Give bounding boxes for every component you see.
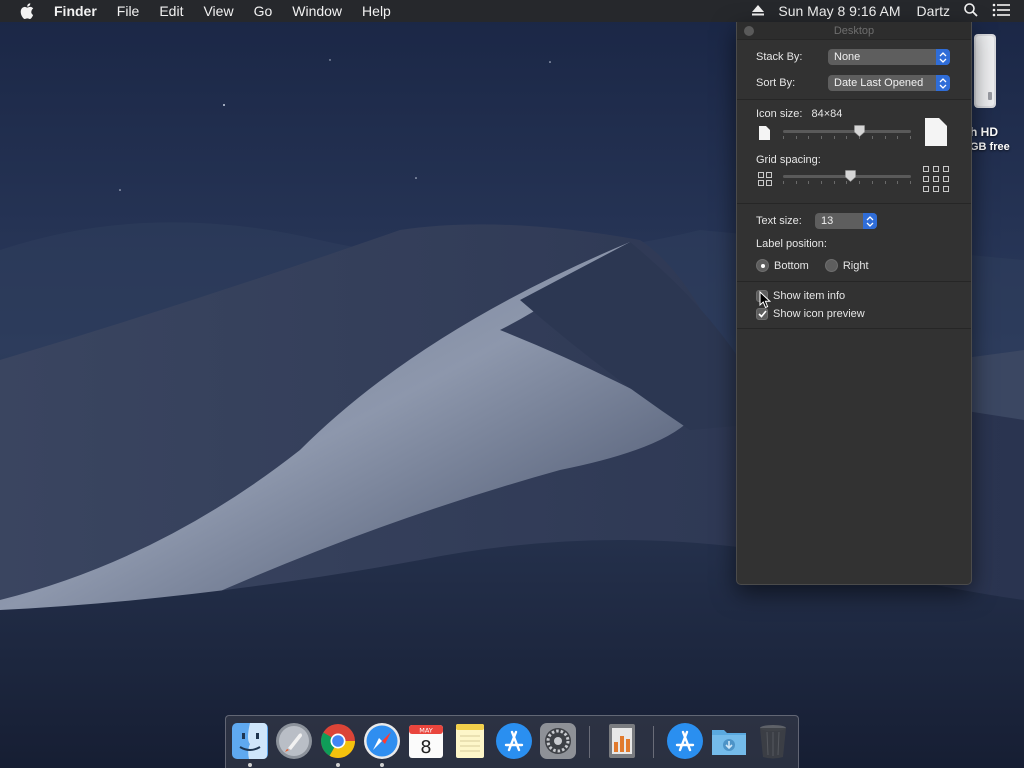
safari-running-indicator (380, 763, 384, 767)
calendar-month: MAY (419, 727, 433, 735)
tight-grid-icon (758, 172, 772, 186)
apple-icon[interactable] (18, 2, 36, 20)
menu-go[interactable]: Go (254, 3, 273, 19)
menu-bar-extras: Sun May 8 9:16 AM Dartz (752, 0, 1024, 22)
panel-title: Desktop (833, 25, 875, 37)
separator (737, 328, 971, 329)
show-icon-preview-checkbox[interactable] (756, 308, 768, 320)
show-icon-preview-label[interactable]: Show icon preview (773, 308, 865, 320)
separator (737, 203, 971, 204)
icon-size-slider-knob[interactable] (854, 125, 866, 137)
eject-icon[interactable] (752, 3, 765, 19)
panel-titlebar[interactable]: Desktop (737, 22, 971, 40)
popup-chevrons-icon (863, 213, 877, 229)
icon-size-label: Icon size: (756, 108, 803, 120)
safari-icon[interactable] (363, 722, 401, 760)
label-position-label: Label position: (756, 238, 827, 250)
icon-size-slider-ticks (783, 136, 911, 139)
notes-icon[interactable] (451, 722, 489, 760)
text-size-value: 13 (821, 215, 834, 227)
grid-spacing-row: Grid spacing: (756, 154, 821, 166)
hard-disk-free-space: GB free (970, 141, 1010, 153)
hard-disk-label[interactable]: h HD (970, 125, 998, 140)
icon-size-slider-track[interactable] (783, 130, 911, 133)
label-position-right-radio[interactable] (824, 259, 838, 272)
popup-chevrons-icon (936, 75, 950, 91)
small-document-icon (759, 126, 770, 140)
downloads-folder-icon[interactable] (710, 722, 748, 760)
sort-by-label: Sort By: (756, 77, 796, 89)
mouse-pointer-icon (759, 291, 771, 309)
spreadsheet-icon[interactable] (603, 722, 641, 760)
checkmark-icon (757, 310, 767, 318)
stack-by-row: Stack By: None (756, 49, 950, 65)
chrome-running-indicator (336, 763, 340, 767)
large-document-icon (925, 118, 947, 146)
label-position-bottom-label[interactable]: Bottom (774, 260, 809, 272)
sort-by-row: Sort By: Date Last Opened (756, 75, 950, 91)
spotlight-search-icon[interactable] (964, 2, 978, 20)
separator (737, 99, 971, 100)
menu-app-finder[interactable]: Finder (54, 3, 97, 19)
system-preferences-icon[interactable] (539, 722, 577, 760)
icon-size-row: Icon size: 84×84 (756, 108, 842, 120)
applications-folder-icon[interactable] (666, 722, 704, 760)
grid-spacing-label: Grid spacing: (756, 154, 821, 166)
menu-bar: Finder File Edit View Go Window Help Sun… (0, 0, 1024, 22)
menu-window[interactable]: Window (292, 3, 342, 19)
sort-by-value: Date Last Opened (834, 77, 924, 89)
view-options-panel: Desktop Stack By: None Sort By: Date Las… (736, 22, 972, 585)
dock-divider (589, 726, 590, 758)
show-icon-preview-row: Show icon preview (756, 308, 865, 320)
menu-help[interactable]: Help (362, 3, 391, 19)
menu-view[interactable]: View (203, 3, 233, 19)
dock-divider (653, 726, 654, 758)
label-position-right-label[interactable]: Right (843, 260, 869, 272)
menu-user[interactable]: Dartz (917, 3, 950, 19)
show-item-info-label[interactable]: Show item info (773, 290, 845, 302)
chrome-icon[interactable] (319, 722, 357, 760)
label-position-bottom-radio[interactable] (756, 259, 769, 272)
stack-by-popup[interactable]: None (828, 49, 950, 65)
text-size-row: Text size: 13 (756, 213, 877, 229)
text-size-label: Text size: (756, 215, 802, 227)
label-position-options: Bottom Right (756, 259, 869, 272)
separator (737, 281, 971, 282)
launchpad-icon[interactable] (275, 722, 313, 760)
stack-by-label: Stack By: (756, 51, 803, 63)
popup-chevrons-icon (936, 49, 950, 65)
app-store-icon[interactable] (495, 722, 533, 760)
text-size-popup[interactable]: 13 (815, 213, 877, 229)
trash-icon[interactable] (754, 722, 792, 760)
grid-spacing-slider-knob[interactable] (845, 170, 857, 182)
icon-size-value: 84×84 (811, 108, 843, 120)
menu-edit[interactable]: Edit (159, 3, 183, 19)
notification-center-icon[interactable] (992, 3, 1010, 20)
calendar-icon[interactable]: MAY 8 (407, 722, 445, 760)
sort-by-popup[interactable]: Date Last Opened (828, 75, 950, 91)
calendar-day: 8 (420, 737, 431, 758)
wide-grid-icon (923, 166, 949, 192)
finder-running-indicator (248, 763, 252, 767)
menu-file[interactable]: File (117, 3, 140, 19)
dock: MAY 8 (225, 715, 799, 768)
menu-clock[interactable]: Sun May 8 9:16 AM (778, 3, 900, 19)
finder-icon[interactable] (231, 722, 269, 760)
label-position-row: Label position: (756, 238, 827, 250)
hard-disk-icon[interactable] (968, 32, 1024, 110)
stack-by-value: None (834, 51, 861, 63)
